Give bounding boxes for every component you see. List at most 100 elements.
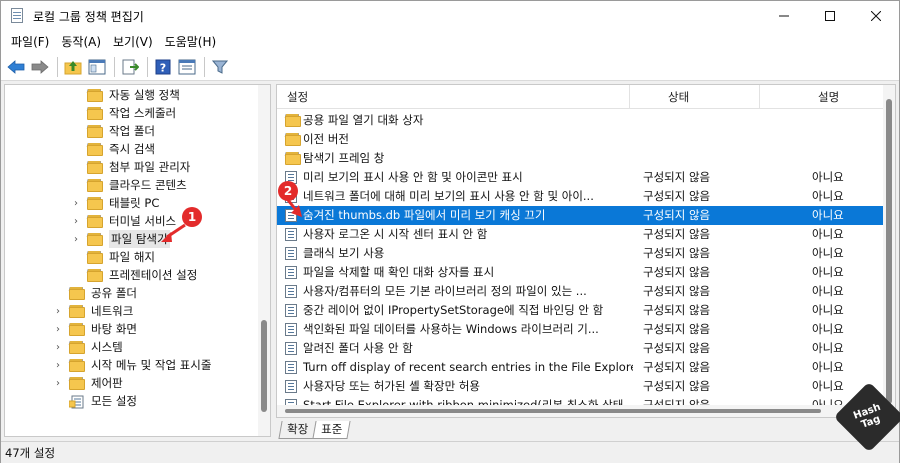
- setting-note: 아니요: [812, 246, 844, 260]
- app-window: 로컬 그룹 정책 편집기 파일(F) 동작(A) 보기(V) 도움말(H) ? …: [0, 0, 900, 463]
- setting-state: 구성되지 않음: [643, 246, 711, 260]
- expand-chevron-icon[interactable]: ›: [71, 198, 81, 209]
- tree-item[interactable]: 공유 폴더: [53, 284, 137, 302]
- list-setting-row[interactable]: 클래식 보기 사용 구성되지 않음 아니요: [277, 244, 883, 263]
- up-folder-button[interactable]: [62, 56, 84, 78]
- maximize-button[interactable]: [807, 1, 853, 31]
- folder-icon: [68, 304, 85, 318]
- tree-item[interactable]: 자동 실행 정책: [71, 86, 180, 104]
- policy-setting-icon: [285, 342, 298, 355]
- setting-name: 파일을 삭제할 때 확인 대화 상자를 표시: [303, 265, 495, 279]
- tree-item[interactable]: › 제어판: [53, 374, 123, 392]
- expand-chevron-icon[interactable]: ›: [53, 360, 63, 371]
- setting-note: 아니요: [812, 170, 844, 184]
- export-list-button[interactable]: [119, 56, 141, 78]
- tab-extended[interactable]: 확장: [278, 421, 317, 439]
- setting-name: 사용자/컴퓨터의 모든 기본 라이브러리 정의 파일이 있는 ...: [303, 284, 587, 298]
- close-icon: [871, 11, 881, 21]
- expand-chevron-icon[interactable]: ›: [53, 342, 63, 353]
- tree-item-label: 태블릿 PC: [109, 196, 160, 210]
- list-horizontal-scrollbar[interactable]: [277, 405, 883, 417]
- view-tabs: 확장 표준: [278, 421, 351, 439]
- tree-vertical-scrollbar[interactable]: [258, 85, 270, 436]
- tree-item[interactable]: 작업 폴더: [71, 122, 155, 140]
- minimize-icon: [779, 15, 789, 17]
- tree-pane[interactable]: 자동 실행 정책 작업 스케줄러 작업 폴더 즉시 검색첨부 파일 관리자클라우드 콘…: [4, 84, 271, 437]
- tree-item[interactable]: 모든 설정: [53, 392, 137, 410]
- list-setting-row[interactable]: 사용자/컴퓨터의 모든 기본 라이브러리 정의 파일이 있는 ... 구성되지 않…: [277, 282, 883, 301]
- column-header-state[interactable]: 상태: [630, 85, 760, 109]
- list-vertical-scrollbar[interactable]: [883, 85, 895, 417]
- tree-item[interactable]: › 바탕 화면: [53, 320, 137, 338]
- forward-arrow-icon: [31, 59, 49, 74]
- list-setting-row[interactable]: 알려진 폴더 사용 안 함 구성되지 않음 아니요: [277, 339, 883, 358]
- tab-standard[interactable]: 표준: [312, 421, 351, 439]
- expand-chevron-icon[interactable]: ›: [53, 306, 63, 317]
- scroll-thumb[interactable]: [261, 320, 267, 412]
- minimize-button[interactable]: [761, 1, 807, 31]
- tree-item[interactable]: › 네트워크: [53, 302, 133, 320]
- settings-list-pane[interactable]: 설정 상태 설명 공용 파일 열기 대화 상자이전 버전탐색기 프레임 창 미리 …: [276, 84, 896, 418]
- menu-view[interactable]: 보기(V): [107, 31, 159, 53]
- column-header-setting[interactable]: 설정: [277, 85, 630, 109]
- folder-icon: [68, 286, 85, 300]
- list-setting-row[interactable]: 사용자당 또는 허가된 셸 확장만 허용 구성되지 않음 아니요: [277, 377, 883, 396]
- show-hide-tree-button[interactable]: [86, 56, 108, 78]
- menu-action[interactable]: 동작(A): [55, 31, 107, 53]
- close-button[interactable]: [853, 1, 899, 31]
- folder-icon: [86, 160, 103, 174]
- policy-editor-icon: [9, 7, 25, 25]
- help-button[interactable]: ?: [152, 56, 174, 78]
- setting-state: 구성되지 않음: [643, 265, 711, 279]
- filter-button[interactable]: [209, 56, 231, 78]
- tree-item[interactable]: 첨부 파일 관리자: [71, 158, 190, 176]
- setting-state: 구성되지 않음: [643, 208, 711, 222]
- forward-button[interactable]: [29, 56, 51, 78]
- tree-item[interactable]: › 시스템: [53, 338, 123, 356]
- tree-item[interactable]: 작업 스케줄러: [71, 104, 176, 122]
- list-folder-row[interactable]: 이전 버전: [277, 130, 883, 149]
- setting-note: 아니요: [812, 208, 844, 222]
- list-setting-row[interactable]: 미리 보기의 표시 사용 안 함 및 아이콘만 표시 구성되지 않음 아니요: [277, 168, 883, 187]
- list-setting-row[interactable]: 숨겨진 thumbs.db 파일에서 미리 보기 캐싱 끄기 구성되지 않음 아니요: [277, 206, 883, 225]
- tree-item[interactable]: 파일 해지: [71, 248, 155, 266]
- tree-item[interactable]: › 시작 메뉴 및 작업 표시줄: [53, 356, 211, 374]
- properties-button[interactable]: [176, 56, 198, 78]
- expand-chevron-icon[interactable]: ›: [71, 234, 81, 245]
- setting-state: 구성되지 않음: [643, 303, 711, 317]
- scroll-thumb[interactable]: [285, 409, 821, 413]
- menu-file[interactable]: 파일(F): [5, 31, 55, 53]
- toolbar: ?: [1, 53, 899, 81]
- tree-item[interactable]: › 파일 탐색기: [71, 230, 170, 248]
- tree-item[interactable]: 클라우드 콘텐츠: [71, 176, 187, 194]
- show-hide-tree-icon: [88, 59, 106, 74]
- expand-chevron-icon[interactable]: ›: [53, 378, 63, 389]
- list-setting-row[interactable]: 사용자 로그온 시 시작 센터 표시 안 함 구성되지 않음 아니요: [277, 225, 883, 244]
- expand-chevron-icon[interactable]: ›: [71, 216, 81, 227]
- scroll-thumb[interactable]: [886, 99, 892, 404]
- folder-icon: [86, 178, 103, 192]
- tree-item-label: 공유 폴더: [91, 286, 137, 300]
- tree-item[interactable]: 프레젠테이션 설정: [71, 266, 197, 284]
- expand-chevron-icon[interactable]: ›: [53, 324, 63, 335]
- menu-help[interactable]: 도움말(H): [159, 31, 223, 53]
- list-setting-row[interactable]: 네트워크 폴더에 대해 미리 보기의 표시 사용 안 함 및 아이... 구성되지…: [277, 187, 883, 206]
- list-setting-row[interactable]: Turn off display of recent search entrie…: [277, 358, 883, 377]
- list-folder-row[interactable]: 공용 파일 열기 대화 상자: [277, 111, 883, 130]
- list-setting-row[interactable]: 파일을 삭제할 때 확인 대화 상자를 표시 구성되지 않음 아니요: [277, 263, 883, 282]
- callout-arrow-1: [161, 223, 186, 242]
- column-header-note[interactable]: 설명: [760, 85, 883, 109]
- tree-item-label: 시스템: [91, 340, 123, 354]
- folder-icon: [68, 340, 85, 354]
- policy-setting-icon: [285, 380, 298, 393]
- tree-item[interactable]: › 태블릿 PC: [71, 194, 159, 212]
- back-button[interactable]: [5, 56, 27, 78]
- tree-item-label: 첨부 파일 관리자: [109, 160, 191, 174]
- setting-name: 이전 버전: [303, 132, 349, 146]
- setting-state: 구성되지 않음: [643, 322, 711, 336]
- list-setting-row[interactable]: 색인화된 파일 데이터를 사용하는 Windows 라이브러리 기... 구성되지…: [277, 320, 883, 339]
- setting-name: Turn off display of recent search entrie…: [303, 360, 633, 374]
- list-setting-row[interactable]: 중간 레이어 없이 IPropertySetStorage에 직접 바인딩 안 …: [277, 301, 883, 320]
- list-folder-row[interactable]: 탐색기 프레임 창: [277, 149, 883, 168]
- tree-item[interactable]: 즉시 검색: [71, 140, 155, 158]
